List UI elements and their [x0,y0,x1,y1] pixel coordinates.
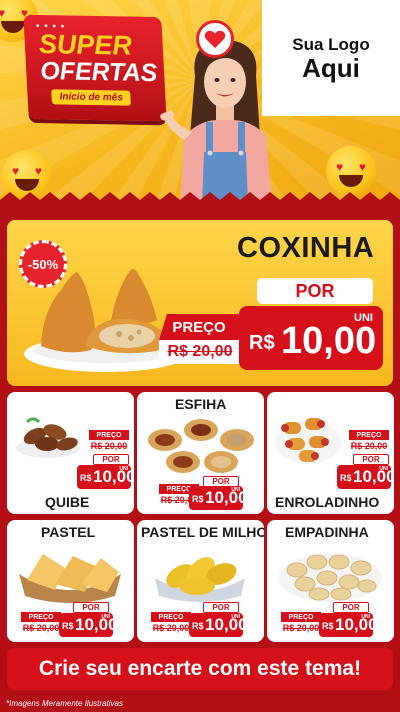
hero-old-price: R$ 20,00 [159,340,241,364]
unit-label: UNI [119,466,128,472]
new-price-tag: R$ 10,00 UNI [77,465,134,489]
hero-new-price: 10,00 [281,320,377,362]
por-label: POR [73,602,109,613]
product-name: ESFIHA [175,396,227,412]
hero-preco-label: PREÇO [159,314,239,340]
por-label: POR [203,602,239,613]
product-card-quibe: PREÇO R$ 20,00 POR R$ 10,00 UNI QUIBE [7,392,134,514]
product-name: PASTEL [41,524,96,540]
hero-old-price-tag: PREÇO R$ 20,00 [159,314,241,368]
old-price-tag: PREÇO R$ 20,00 [21,612,61,636]
currency: R$ [192,494,204,504]
hero-currency: R$ [249,332,275,354]
old-price: R$ 20,00 [21,622,61,634]
unit-label: UNI [231,487,240,493]
zigzag-divider [0,192,400,210]
discount-badge: -50% [19,240,67,288]
disclaimer-text: *Imagens Meramente Ilustrativas [6,699,123,708]
product-card-enroladinho: PREÇO R$ 20,00 POR R$ 10,00 UNI ENROLADI… [267,392,394,514]
old-price-tag: PREÇO R$ 20,00 [89,430,129,454]
preco-label: PREÇO [21,612,61,622]
unit-label: UNI [231,614,240,620]
currency: R$ [192,621,204,631]
old-price: R$ 20,00 [281,622,321,634]
unit-label: UNI [379,466,388,472]
old-price: R$ 20,00 [349,440,389,452]
hero-new-price-tag: UNI R$ 10,00 [239,306,383,370]
por-label: POR [333,602,369,613]
preco-label: PREÇO [281,612,321,622]
new-price: 10,00 [205,488,248,507]
product-name: ENROLADINHO [275,494,380,510]
new-price-tag: R$ 10,00 UNI [189,613,248,637]
heart-bubble-icon [196,20,234,58]
product-card-empadinha: EMPADINHA PREÇO R$ 20,00 POR R$ 10,00 UN… [267,520,394,642]
new-price-tag: R$ 10,00 UNI [337,465,394,489]
hero-product-card: -50% COXINHA POR PREÇO R$ 20,00 UNI R$ 1… [7,220,393,386]
old-price-tag: PREÇO R$ 20,00 [281,612,321,636]
product-card-esfiha: ESFIHA PREÇO R$ 20,00 POR R$ 10,00 UNI [137,392,264,514]
new-price-tag: R$ 10,00 UNI [59,613,118,637]
preco-label: PREÇO [151,612,191,622]
product-name: EMPADINHA [285,524,369,540]
esfiha-image [148,419,254,473]
quibe-image [16,417,80,458]
new-price: 10,00 [205,615,248,634]
logo-line1: Sua Logo [292,35,370,54]
enroladinho-image [275,418,341,464]
currency: R$ [80,473,92,483]
currency: R$ [340,473,352,483]
new-price-tag: R$ 10,00 UNI [189,486,248,510]
preco-label: PREÇO [349,430,389,440]
old-price-tag: PREÇO R$ 20,00 [151,612,191,636]
old-price: R$ 20,00 [151,622,191,634]
new-price-tag: R$ 10,00 UNI [319,613,378,637]
por-label: POR [93,454,129,465]
product-name: PASTEL DE MILHO [141,524,264,540]
por-label: POR [353,454,389,465]
empadinha-image [278,554,382,602]
new-price: 10,00 [75,615,118,634]
header-banner: ♥ ♥ ♥ ♥ ♥ ♥ • • • • SUPER OFERTAS Início de… [0,0,400,205]
badge-subtitle: Início de mês [51,89,132,106]
badge-ofertas-text: OFERTAS [39,57,158,88]
unit-label: UNI [101,614,110,620]
call-to-action-banner: Crie seu encarte com este tema! [7,648,393,690]
product-card-pastel-de-milho: PASTEL DE MILHO PREÇO R$ 20,00 POR R$ 10… [137,520,264,642]
preco-label: PREÇO [89,430,129,440]
logo-placeholder: Sua Logo Aqui [262,0,400,116]
currency: R$ [322,621,334,631]
product-card-pastel: PASTEL PREÇO R$ 20,00 POR R$ 10,00 UNI [7,520,134,642]
new-price: 10,00 [335,615,378,634]
pastel-de-milho-image [155,557,245,602]
super-ofertas-badge: • • • • SUPER OFERTAS Início de mês [23,14,167,122]
hero-product-title: COXINHA [237,232,375,264]
currency: R$ [62,621,74,631]
old-price-tag: PREÇO R$ 20,00 [349,430,389,454]
unit-label: UNI [361,614,370,620]
old-price: R$ 20,00 [89,440,129,452]
product-name: QUIBE [45,494,90,510]
pastel-image [19,554,121,603]
hero-por-label: POR [257,278,373,304]
logo-line2: Aqui [302,53,360,83]
